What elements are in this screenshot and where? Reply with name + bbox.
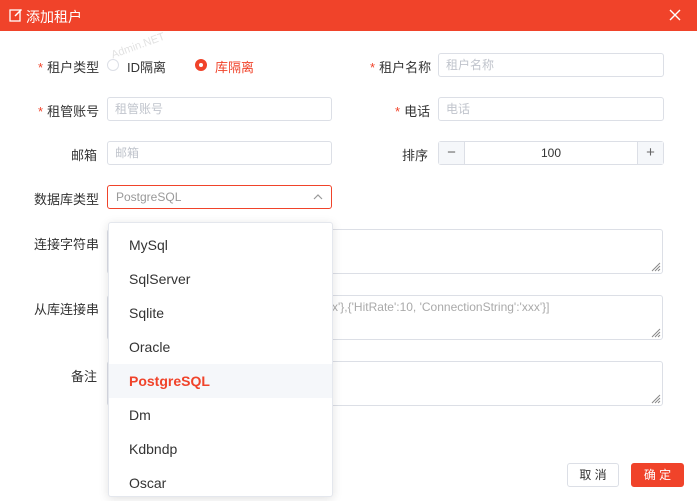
increment-button[interactable]: + xyxy=(637,142,663,164)
db-type-dropdown: MySql SqlServer Sqlite Oracle PostgreSQL… xyxy=(108,222,333,497)
tenant-name-label: * 租户名称 xyxy=(370,57,431,76)
resize-handle-icon[interactable] xyxy=(649,260,661,272)
required-mark: * xyxy=(395,104,401,119)
slave-connection-placeholder: xxx'},{'HitRate':10, 'ConnectionString':… xyxy=(320,300,550,314)
tenant-name-label-text: 租户名称 xyxy=(379,60,432,75)
dropdown-option[interactable]: Kdbndp xyxy=(109,432,332,466)
cancel-button[interactable]: 取 消 xyxy=(567,463,619,487)
required-mark: * xyxy=(370,60,376,75)
connection-string-label: 连接字符串 xyxy=(34,237,100,252)
chevron-up-icon xyxy=(313,194,323,200)
tenant-type-label: * 租户类型 xyxy=(38,57,99,76)
dropdown-option[interactable]: SqlServer xyxy=(109,262,332,296)
db-type-select-value: PostgreSQL xyxy=(116,190,182,204)
dropdown-option[interactable]: Sqlite xyxy=(109,296,332,330)
radio-db-isolation-label: 库隔离 xyxy=(215,60,255,75)
required-mark: * xyxy=(38,60,44,75)
phone-input[interactable]: 电话 xyxy=(438,97,664,121)
dropdown-option[interactable]: Oracle xyxy=(109,330,332,364)
dialog-title: 添加租户 xyxy=(26,9,82,25)
admin-account-label-text: 租管账号 xyxy=(47,104,100,119)
dropdown-option[interactable]: Dm xyxy=(109,398,332,432)
tenant-name-input[interactable]: 租户名称 xyxy=(438,53,664,77)
remark-label: 备注 xyxy=(71,369,98,384)
admin-account-input[interactable]: 租管账号 xyxy=(107,97,332,121)
email-label: 邮箱 xyxy=(71,148,98,163)
tenant-type-label-text: 租户类型 xyxy=(47,60,100,75)
dropdown-option[interactable]: Oscar xyxy=(109,466,332,496)
required-mark: * xyxy=(38,104,44,119)
decrement-button[interactable]: − xyxy=(439,142,465,164)
radio-db-isolation[interactable]: 库隔离 xyxy=(195,57,265,75)
db-type-select[interactable]: PostgreSQL xyxy=(107,185,332,209)
confirm-button[interactable]: 确 定 xyxy=(631,463,684,487)
order-stepper[interactable]: − 100 + xyxy=(438,141,664,165)
order-value[interactable]: 100 xyxy=(465,142,637,164)
radio-id-isolation[interactable]: ID隔离 xyxy=(107,57,177,75)
edit-icon xyxy=(9,8,23,22)
radio-circle xyxy=(195,59,207,71)
email-input[interactable]: 邮箱 xyxy=(107,141,332,165)
radio-circle xyxy=(107,59,119,71)
db-type-label: 数据库类型 xyxy=(34,192,100,207)
dialog-header: 添加租户 xyxy=(0,0,697,31)
dropdown-option-selected[interactable]: PostgreSQL xyxy=(109,364,332,398)
radio-id-isolation-label: ID隔离 xyxy=(127,60,167,75)
slave-connection-label: 从库连接串 xyxy=(34,302,100,317)
admin-account-label: * 租管账号 xyxy=(38,101,99,120)
dropdown-option[interactable]: MySql xyxy=(109,228,332,262)
phone-label: * 电话 xyxy=(395,101,430,120)
resize-handle-icon[interactable] xyxy=(649,392,661,404)
add-tenant-dialog: 添加租户 * 租户类型 ID隔离 库隔离 * 租户名称 租户名称 * 租管账号 租管账… xyxy=(0,0,697,501)
order-label: 排序 xyxy=(402,148,429,163)
resize-handle-icon[interactable] xyxy=(649,326,661,338)
close-icon[interactable] xyxy=(668,8,682,22)
phone-label-text: 电话 xyxy=(404,104,431,119)
